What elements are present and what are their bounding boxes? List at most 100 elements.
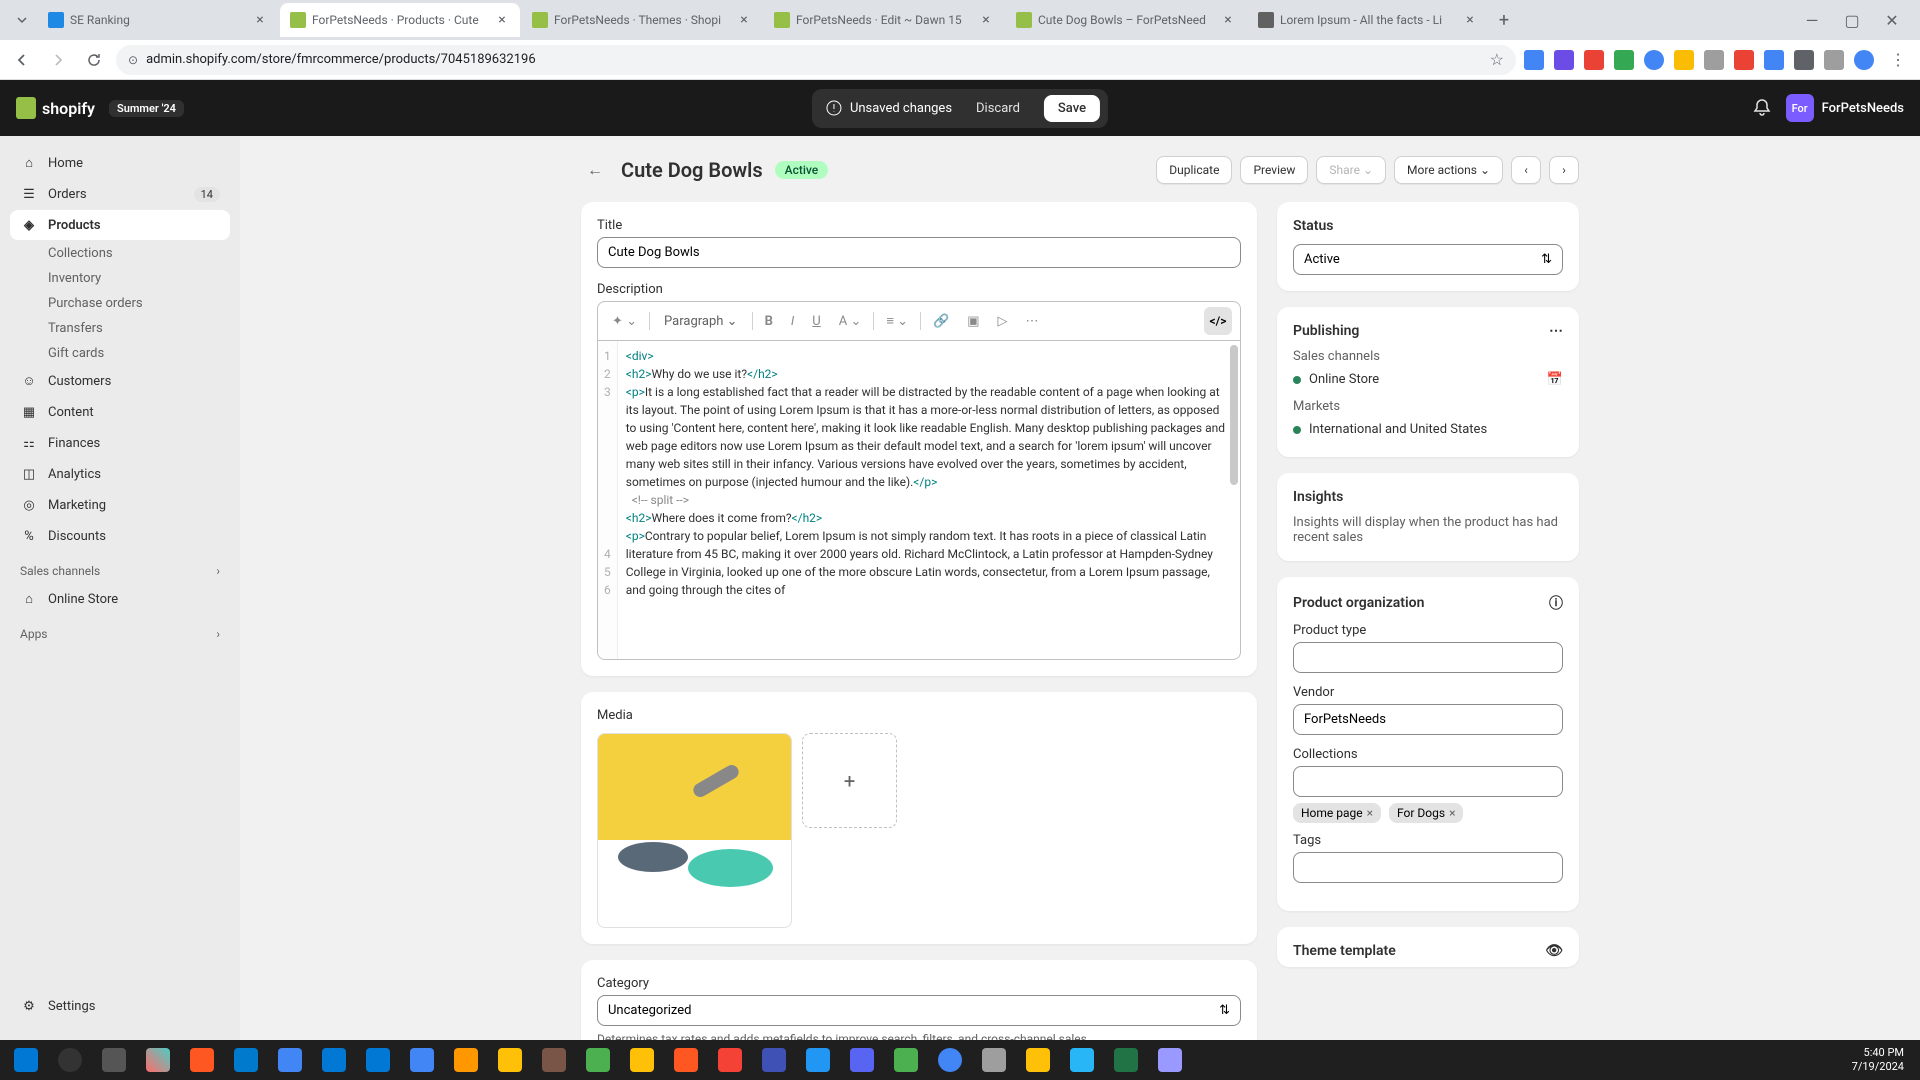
extension-icon[interactable] [1554,50,1574,70]
vendor-input[interactable] [1293,704,1563,735]
close-icon[interactable]: × [494,12,510,28]
taskbar-app[interactable] [314,1044,354,1076]
taskbar-app[interactable] [534,1044,574,1076]
extension-icon[interactable] [1524,50,1544,70]
site-info-icon[interactable]: ⊙ [128,53,138,67]
taskbar-app[interactable] [974,1044,1014,1076]
taskbar-app[interactable] [578,1044,618,1076]
search-button[interactable] [50,1044,90,1076]
close-icon[interactable]: × [978,12,994,28]
extensions-puzzle-icon[interactable] [1794,50,1814,70]
media-thumbnail[interactable] [597,733,792,928]
browser-tab[interactable]: SE Ranking × [38,3,278,37]
prev-product-button[interactable]: ‹ [1511,156,1541,184]
underline-button[interactable]: U [806,310,826,333]
taskbar-app[interactable] [1018,1044,1058,1076]
sidebar-item-online-store[interactable]: ⌂ Online Store [10,584,230,614]
sidebar-item-finances[interactable]: ⚏ Finances [10,428,230,458]
status-select[interactable]: Active ⇅ [1293,244,1563,275]
collections-input[interactable] [1293,766,1563,797]
sidebar-sub-purchase-orders[interactable]: Purchase orders [10,291,230,316]
close-icon[interactable]: × [1462,12,1478,28]
extension-icon[interactable] [1644,50,1664,70]
close-icon[interactable]: × [1220,12,1236,28]
store-switcher[interactable]: For ForPetsNeeds [1786,94,1904,122]
sidebar-sub-inventory[interactable]: Inventory [10,266,230,291]
paragraph-dropdown[interactable]: Paragraph ⌄ [656,310,746,333]
editor-scrollbar[interactable] [1230,345,1238,485]
browser-tab[interactable]: ForPetsNeeds · Themes · Shopi × [522,3,762,37]
extension-icon[interactable] [1734,50,1754,70]
extension-icon[interactable] [1614,50,1634,70]
sidebar-item-products[interactable]: ◈ Products [10,210,230,240]
sidebar-item-home[interactable]: ⌂ Home [10,148,230,178]
new-tab-button[interactable]: + [1490,6,1518,34]
taskbar-app[interactable] [1106,1044,1146,1076]
chrome-menu-button[interactable]: ⋮ [1884,46,1912,74]
profile-avatar-icon[interactable] [1854,50,1874,70]
taskbar-app[interactable] [798,1044,838,1076]
browser-tab[interactable]: Cute Dog Bowls – ForPetsNeed × [1006,3,1246,37]
category-select[interactable]: Uncategorized ⇅ [597,995,1241,1026]
eye-icon[interactable]: 👁 [1545,943,1563,959]
sidebar-item-content[interactable]: ▦ Content [10,397,230,427]
sidebar-item-orders[interactable]: ☰ Orders 14 [10,179,230,209]
tags-input[interactable] [1293,852,1563,883]
italic-button[interactable]: I [785,310,800,333]
extension-icon[interactable] [1584,50,1604,70]
taskbar-app[interactable] [402,1044,442,1076]
extension-icon[interactable] [1674,50,1694,70]
product-type-input[interactable] [1293,642,1563,673]
text-color-button[interactable]: A ⌄ [833,310,868,333]
system-tray-clock[interactable]: 5:40 PM 7/19/2024 [1852,1046,1914,1074]
close-window-button[interactable]: ✕ [1882,11,1902,30]
preview-button[interactable]: Preview [1240,156,1308,184]
ai-button[interactable]: ✦ ⌄ [606,310,643,333]
video-button[interactable]: ▷ [992,310,1014,333]
taskbar-app[interactable] [842,1044,882,1076]
taskbar-app[interactable] [710,1044,750,1076]
browser-tab[interactable]: ForPetsNeeds · Edit ~ Dawn 15 × [764,3,1004,37]
extension-icon[interactable] [1824,50,1844,70]
sidebar-section-sales-channels[interactable]: Sales channels › [10,552,230,584]
close-icon[interactable]: × [736,12,752,28]
taskbar-app[interactable] [138,1044,178,1076]
taskbar-app[interactable] [754,1044,794,1076]
next-product-button[interactable]: › [1549,156,1579,184]
title-input[interactable] [597,237,1241,268]
sidebar-item-settings[interactable]: ⚙ Settings [10,991,230,1021]
add-media-button[interactable]: + [802,733,897,828]
shopify-logo[interactable]: shopify Summer '24 [16,97,184,119]
browser-tab[interactable]: ForPetsNeeds · Products · Cute × [280,3,520,37]
extension-icon[interactable] [1704,50,1724,70]
more-menu-icon[interactable]: ⋯ [1549,323,1563,339]
sidebar-item-analytics[interactable]: ◫ Analytics [10,459,230,489]
sidebar-item-marketing[interactable]: ◎ Marketing [10,490,230,520]
taskbar-app[interactable] [666,1044,706,1076]
sidebar-section-apps[interactable]: Apps › [10,615,230,647]
task-view-button[interactable] [94,1044,134,1076]
remove-tag-icon[interactable]: × [1367,806,1373,820]
browser-tab[interactable]: Lorem Ipsum - All the facts - Li × [1248,3,1488,37]
taskbar-app[interactable] [270,1044,310,1076]
bookmark-star-icon[interactable]: ☆ [1490,50,1504,69]
sidebar-sub-gift-cards[interactable]: Gift cards [10,341,230,366]
taskbar-app[interactable] [1062,1044,1102,1076]
sidebar-item-discounts[interactable]: % Discounts [10,521,230,551]
share-button[interactable]: Share ⌄ [1316,156,1386,184]
taskbar-app[interactable] [182,1044,222,1076]
taskbar-app[interactable] [226,1044,266,1076]
save-button[interactable]: Save [1044,95,1100,122]
close-icon[interactable]: × [252,12,268,28]
discard-button[interactable]: Discard [964,95,1032,122]
notifications-icon[interactable] [1752,98,1772,118]
forward-button[interactable] [44,46,72,74]
start-button[interactable] [6,1044,46,1076]
code-body[interactable]: <div> <h2>Why do we use it?</h2> <p>It i… [618,341,1240,659]
info-icon[interactable]: ⓘ [1549,593,1563,613]
taskbar-app[interactable] [886,1044,926,1076]
html-code-editor[interactable]: 1 2 3 4 5 6 <div> <h2>Why do we use it?<… [597,340,1241,660]
maximize-button[interactable]: ▢ [1842,11,1862,30]
taskbar-app[interactable] [490,1044,530,1076]
calendar-icon[interactable]: 📅 [1547,372,1563,387]
